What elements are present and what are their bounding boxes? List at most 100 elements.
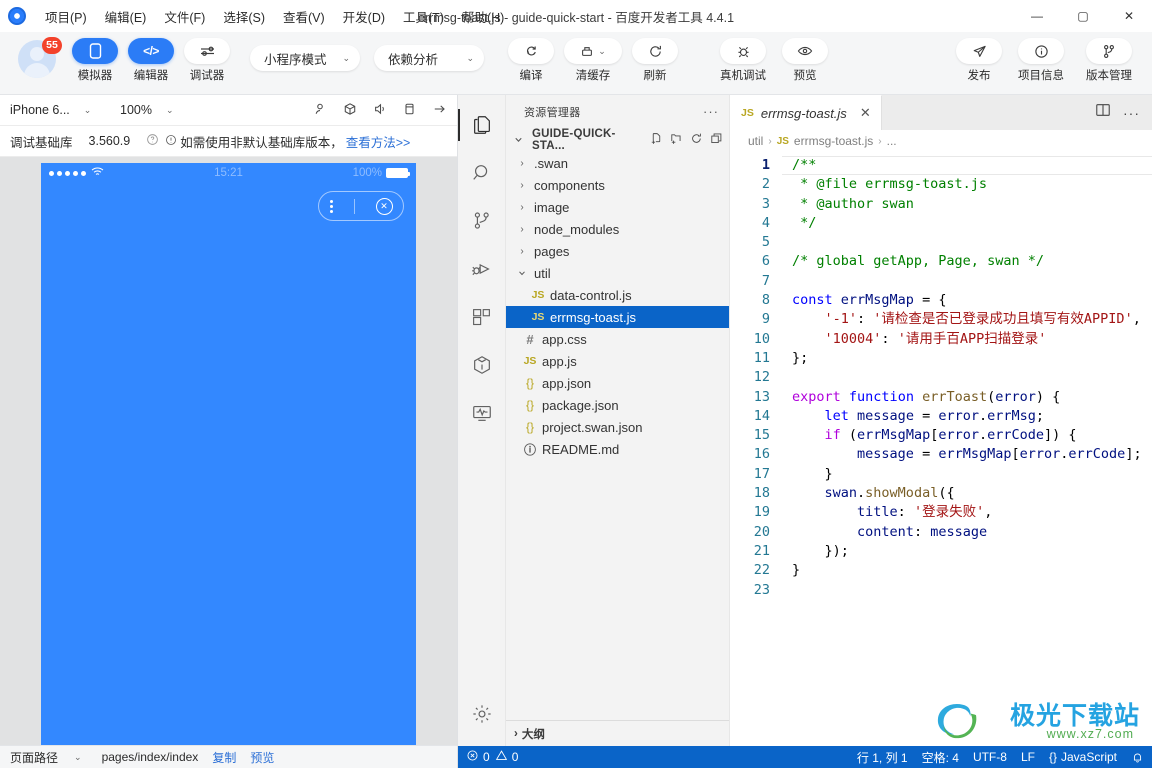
menu-item-develop[interactable]: 开发(D) [334, 3, 394, 30]
code-line[interactable]: let message = error.errMsg; [792, 407, 1152, 426]
tree-item-image[interactable]: › image [506, 196, 729, 218]
search-icon[interactable] [458, 149, 506, 197]
code-line[interactable]: title: '登录失败', [792, 503, 1152, 522]
project-info-button[interactable]: 项目信息 [1010, 38, 1072, 83]
code-line[interactable]: swan.showModal({ [792, 484, 1152, 503]
code-line[interactable]: } [792, 465, 1152, 484]
refresh-button[interactable]: 刷新 [630, 38, 680, 83]
page-path-select[interactable]: 页面路径 ⌄ [10, 749, 82, 766]
simulator-button[interactable]: 模拟器 [70, 38, 120, 83]
more-actions-icon[interactable]: ··· [703, 104, 719, 119]
tree-item-node-modules[interactable]: › node_modules [506, 218, 729, 240]
mode-select[interactable]: 小程序模式 ⌄ [250, 45, 360, 71]
code-line[interactable]: message = errMsgMap[error.errCode]; [792, 445, 1152, 464]
language-mode[interactable]: {} JavaScript [1049, 750, 1117, 764]
minimize-button[interactable]: — [1014, 0, 1060, 32]
volume-icon[interactable] [373, 102, 387, 119]
version-control-button[interactable]: 版本管理 [1078, 38, 1140, 83]
analysis-select[interactable]: 依赖分析 ⌄ [374, 45, 484, 71]
performance-icon[interactable] [458, 389, 506, 437]
error-count[interactable]: 0 [466, 749, 490, 765]
maximize-button[interactable]: ▢ [1060, 0, 1106, 32]
tree-item-package-json[interactable]: {} package.json [506, 394, 729, 416]
run-debug-icon[interactable] [458, 245, 506, 293]
outline-section[interactable]: › 大纲 [506, 720, 729, 746]
tree-item-util[interactable]: util [506, 262, 729, 284]
baselib-howto-link[interactable]: 查看方法>> [346, 132, 411, 151]
tree-item-data-control-js[interactable]: JS data-control.js [506, 284, 729, 306]
menu-item-edit[interactable]: 编辑(E) [96, 3, 156, 30]
settings-gear-icon[interactable] [458, 690, 506, 738]
compile-button[interactable]: 编译 [506, 38, 556, 83]
breadcrumb-folder[interactable]: util [748, 134, 763, 148]
menu-item-tools[interactable]: 工具(T) [394, 3, 453, 30]
menu-item-project[interactable]: 项目(P) [36, 3, 96, 30]
code-line[interactable]: export function errToast(error) { [792, 388, 1152, 407]
code-line[interactable]: * @author swan [792, 195, 1152, 214]
menu-item-help[interactable]: 帮助(H) [453, 3, 513, 30]
cube-icon[interactable] [343, 102, 357, 119]
capsule-buttons[interactable]: ✕ [318, 191, 404, 221]
copy-path-button[interactable]: 复制 [212, 749, 236, 766]
tree-item-app-css[interactable]: # app.css [506, 328, 729, 350]
code-line[interactable]: */ [792, 214, 1152, 233]
menu-item-file[interactable]: 文件(F) [155, 3, 214, 30]
warning-count[interactable]: 0 [495, 749, 518, 765]
code-line[interactable]: const errMsgMap = { [792, 291, 1152, 310]
device-rotate-icon[interactable] [403, 102, 416, 119]
chevron-down-icon[interactable] [510, 134, 526, 145]
code-line[interactable]: if (errMsgMap[error.errCode]) { [792, 426, 1152, 445]
tree-item-project-swan-json[interactable]: {} project.swan.json [506, 416, 729, 438]
code-line[interactable]: '10004': '请用手百APP扫描登录' [792, 330, 1152, 349]
menu-item-view[interactable]: 查看(V) [274, 3, 334, 30]
avatar[interactable]: 55 [18, 37, 62, 80]
clear-cache-button[interactable]: ⌄ 清缓存 [562, 38, 624, 83]
code-line[interactable]: '-1': '请检查是否已登录成功且填写有效APPID', [792, 310, 1152, 329]
real-device-debug-button[interactable]: 真机调试 [712, 38, 774, 83]
source-control-icon[interactable] [458, 197, 506, 245]
close-circle-icon[interactable]: ✕ [375, 197, 393, 215]
question-circle-icon[interactable] [146, 133, 159, 149]
code-line[interactable]: /* global getApp, Page, swan */ [792, 252, 1152, 271]
breadcrumb-file[interactable]: errmsg-toast.js [794, 134, 873, 148]
code-lines[interactable]: /** * @file errmsg-toast.js * @author sw… [782, 156, 1152, 746]
explorer-icon[interactable] [457, 101, 506, 149]
code-editor[interactable]: 1 2 3 4 5 6 7 8 9 10 11 12 13 14 15 16 17 18 19 20 21 22 23 /*… [730, 152, 1152, 746]
menu-item-select[interactable]: 选择(S) [214, 3, 274, 30]
encoding[interactable]: UTF-8 [973, 750, 1007, 764]
debugger-button[interactable]: 调试器 [182, 38, 232, 83]
eol-mode[interactable]: LF [1021, 750, 1035, 764]
tree-item-swan[interactable]: › .swan [506, 152, 729, 174]
refresh-icon[interactable] [690, 132, 703, 148]
arrow-right-icon[interactable] [432, 102, 447, 119]
code-line[interactable] [792, 233, 1152, 252]
new-folder-icon[interactable] [670, 132, 683, 148]
code-line[interactable]: } [792, 561, 1152, 580]
preview-path-button[interactable]: 预览 [250, 749, 274, 766]
split-editor-icon[interactable] [1095, 102, 1111, 123]
more-actions-icon[interactable]: ··· [1123, 105, 1140, 121]
account-icon[interactable] [313, 102, 327, 119]
kebab-menu-icon[interactable] [329, 199, 333, 213]
tree-item-pages[interactable]: › pages [506, 240, 729, 262]
device-select[interactable]: iPhone 6... ⌄ [10, 103, 120, 117]
code-line[interactable]: /** [792, 156, 1152, 175]
tab-errmsg-toast-js[interactable]: JS errmsg-toast.js ✕ [730, 95, 882, 130]
zoom-select[interactable]: 100% ⌄ [120, 103, 230, 117]
tree-item-readme-md[interactable]: ⓘ README.md [506, 438, 729, 460]
tree-item-components[interactable]: › components [506, 174, 729, 196]
new-file-icon[interactable] [650, 132, 663, 148]
notification-badge[interactable]: 55 [42, 37, 62, 54]
code-line[interactable] [792, 581, 1152, 600]
cursor-position[interactable]: 行 1, 列 1 [857, 749, 908, 766]
publish-button[interactable]: 发布 [954, 38, 1004, 83]
collapse-all-icon[interactable] [710, 132, 723, 148]
code-line[interactable]: }); [792, 542, 1152, 561]
preview-button[interactable]: 预览 [780, 38, 830, 83]
phone-screen[interactable]: 15:21 100% ✕ [41, 163, 416, 745]
close-icon[interactable]: ✕ [860, 105, 871, 121]
editor-button[interactable]: </> 编辑器 [126, 38, 176, 83]
indentation[interactable]: 空格: 4 [922, 749, 959, 766]
notifications-bell-icon[interactable] [1131, 751, 1144, 764]
breadcrumb-symbol[interactable]: ... [887, 134, 897, 148]
